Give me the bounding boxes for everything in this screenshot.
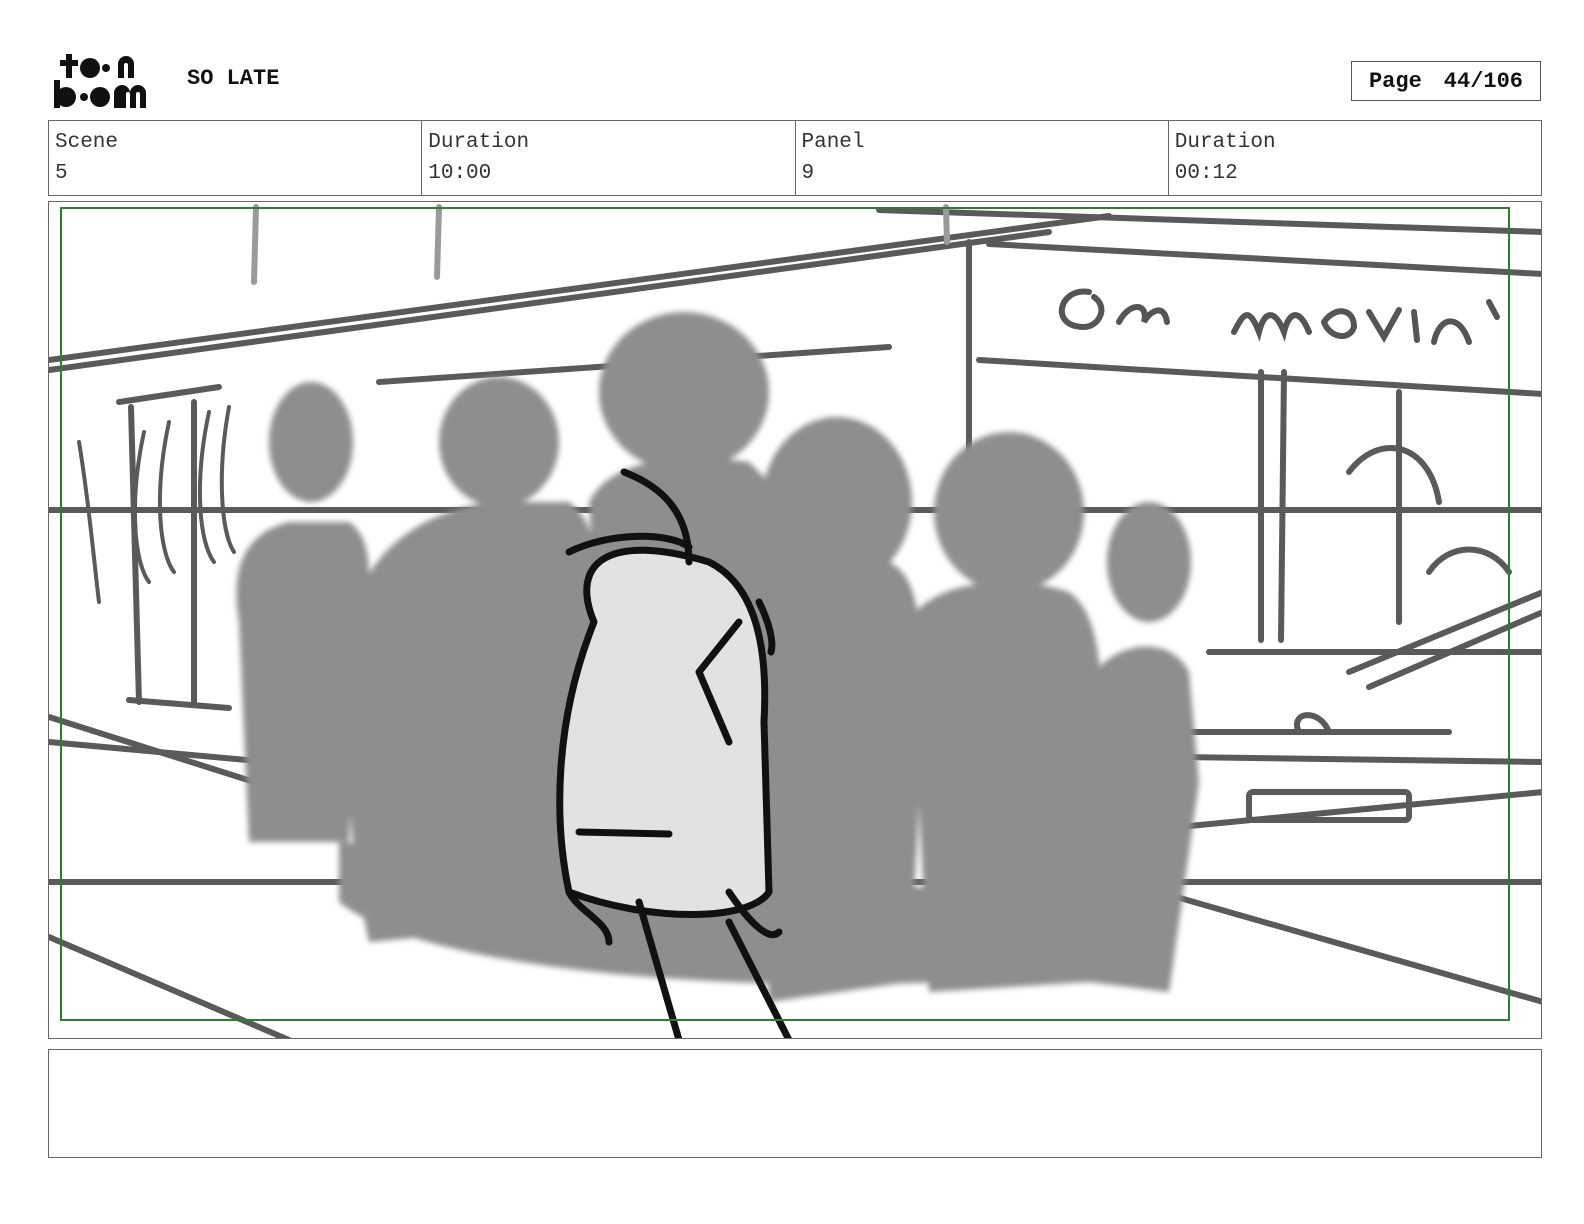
scene-label: Scene [55,131,119,154]
panel-duration-label: Duration [1174,131,1276,154]
project-title: SO LATE [187,66,280,91]
scene-duration-value: 10:00 [428,162,492,185]
scene-info-table: Scene 5 Duration 10:00 Panel 9 Duration … [48,120,1542,196]
vertical-posts [251,204,950,285]
window-reflections [77,405,236,604]
panel-value: 9 [801,162,815,185]
page-number: 44/106 [1443,68,1524,94]
page-label: Page [1368,68,1422,94]
toon-boom-logo [54,54,146,108]
scene-value: 5 [55,162,68,185]
scene-duration-cell: Duration 10:00 [422,121,796,195]
scene-duration-label: Duration [428,131,530,154]
storyboard-panel [48,201,1542,1039]
scene-cell: Scene 5 [49,121,423,195]
panel-label: Panel [801,131,865,154]
page-indicator: Page 44/106 [1351,61,1541,101]
panel-duration-value: 00:12 [1174,162,1238,185]
panel-cell: Panel 9 [796,121,1169,195]
storefront-sign [1058,288,1500,345]
panel-notes[interactable] [48,1049,1542,1158]
panel-sketch [49,204,1541,1038]
panel-duration-cell: Duration 00:12 [1169,121,1541,195]
